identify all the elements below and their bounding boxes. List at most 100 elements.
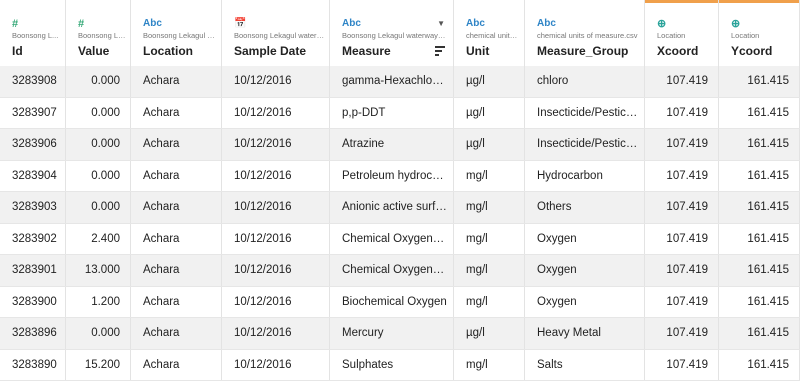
table-row[interactable]: 328390113.000Achara10/12/2016Chemical Ox… [0, 255, 800, 287]
cell-unit[interactable]: mg/l [454, 224, 525, 255]
cell-ycoord[interactable]: 161.415 [719, 255, 800, 286]
sort-icon[interactable] [435, 46, 445, 55]
cell-sample-date[interactable]: 10/12/2016 [222, 287, 330, 318]
cell-measure-group[interactable]: Salts [525, 350, 645, 381]
column-header-value[interactable]: #Boonsong Le...Value [66, 0, 131, 66]
cell-sample-date[interactable]: 10/12/2016 [222, 224, 330, 255]
cell-value[interactable]: 0.000 [66, 98, 131, 129]
column-header-sample-date[interactable]: 📅Boonsong Lekagul waterw...Sample Date [222, 0, 330, 66]
cell-unit[interactable]: mg/l [454, 255, 525, 286]
cell-id[interactable]: 3283900 [0, 287, 66, 318]
cell-location[interactable]: Achara [131, 255, 222, 286]
table-row[interactable]: 328389015.200Achara10/12/2016Sulphatesmg… [0, 350, 800, 381]
cell-location[interactable]: Achara [131, 129, 222, 160]
cell-xcoord[interactable]: 107.419 [645, 318, 719, 349]
cell-measure[interactable]: Biochemical Oxygen [330, 287, 454, 318]
cell-unit[interactable]: µg/l [454, 66, 525, 97]
cell-unit[interactable]: mg/l [454, 161, 525, 192]
cell-id[interactable]: 3283904 [0, 161, 66, 192]
cell-xcoord[interactable]: 107.419 [645, 66, 719, 97]
cell-value[interactable]: 0.000 [66, 66, 131, 97]
cell-id[interactable]: 3283890 [0, 350, 66, 381]
table-row[interactable]: 32839060.000Achara10/12/2016Atrazineµg/l… [0, 129, 800, 161]
cell-location[interactable]: Achara [131, 98, 222, 129]
chevron-down-icon[interactable]: ▼ [437, 19, 445, 28]
cell-unit[interactable]: mg/l [454, 287, 525, 318]
cell-sample-date[interactable]: 10/12/2016 [222, 161, 330, 192]
cell-id[interactable]: 3283902 [0, 224, 66, 255]
cell-measure[interactable]: Sulphates [330, 350, 454, 381]
column-header-id[interactable]: #Boonsong L...Id [0, 0, 66, 66]
cell-id[interactable]: 3283903 [0, 192, 66, 223]
cell-location[interactable]: Achara [131, 66, 222, 97]
cell-measure[interactable]: Anionic active surfactants [330, 192, 454, 223]
cell-value[interactable]: 0.000 [66, 318, 131, 349]
cell-measure-group[interactable]: Others [525, 192, 645, 223]
column-header-ycoord[interactable]: ⊕LocationYcoord [719, 0, 800, 66]
cell-measure[interactable]: Mercury [330, 318, 454, 349]
cell-sample-date[interactable]: 10/12/2016 [222, 318, 330, 349]
cell-xcoord[interactable]: 107.419 [645, 255, 719, 286]
cell-xcoord[interactable]: 107.419 [645, 129, 719, 160]
cell-sample-date[interactable]: 10/12/2016 [222, 66, 330, 97]
cell-unit[interactable]: µg/l [454, 129, 525, 160]
cell-value[interactable]: 0.000 [66, 192, 131, 223]
cell-xcoord[interactable]: 107.419 [645, 98, 719, 129]
cell-ycoord[interactable]: 161.415 [719, 66, 800, 97]
cell-ycoord[interactable]: 161.415 [719, 98, 800, 129]
cell-location[interactable]: Achara [131, 224, 222, 255]
cell-xcoord[interactable]: 107.419 [645, 287, 719, 318]
cell-id[interactable]: 3283908 [0, 66, 66, 97]
cell-measure-group[interactable]: Insecticide/Pesticides [525, 98, 645, 129]
cell-value[interactable]: 2.400 [66, 224, 131, 255]
cell-id[interactable]: 3283907 [0, 98, 66, 129]
cell-sample-date[interactable]: 10/12/2016 [222, 129, 330, 160]
cell-measure-group[interactable]: Insecticide/Pesticides [525, 129, 645, 160]
cell-measure[interactable]: Chemical Oxygen Demand [330, 255, 454, 286]
cell-ycoord[interactable]: 161.415 [719, 129, 800, 160]
column-header-unit[interactable]: Abcchemical units ...Unit [454, 0, 525, 66]
table-row[interactable]: 32839080.000Achara10/12/2016gamma-Hexach… [0, 66, 800, 98]
cell-location[interactable]: Achara [131, 161, 222, 192]
cell-sample-date[interactable]: 10/12/2016 [222, 98, 330, 129]
cell-measure-group[interactable]: Oxygen [525, 224, 645, 255]
column-header-xcoord[interactable]: ⊕LocationXcoord [645, 0, 719, 66]
cell-id[interactable]: 3283896 [0, 318, 66, 349]
table-row[interactable]: 32839022.400Achara10/12/2016Chemical Oxy… [0, 224, 800, 256]
cell-location[interactable]: Achara [131, 318, 222, 349]
cell-unit[interactable]: mg/l [454, 350, 525, 381]
cell-unit[interactable]: mg/l [454, 192, 525, 223]
cell-measure[interactable]: gamma-Hexachlorocyclohexane [330, 66, 454, 97]
cell-location[interactable]: Achara [131, 350, 222, 381]
cell-measure[interactable]: Chemical Oxygen Demand [330, 224, 454, 255]
cell-location[interactable]: Achara [131, 192, 222, 223]
cell-ycoord[interactable]: 161.415 [719, 224, 800, 255]
cell-unit[interactable]: µg/l [454, 98, 525, 129]
cell-measure-group[interactable]: Hydrocarbon [525, 161, 645, 192]
cell-ycoord[interactable]: 161.415 [719, 161, 800, 192]
cell-measure-group[interactable]: Heavy Metal [525, 318, 645, 349]
table-row[interactable]: 32838960.000Achara10/12/2016Mercuryµg/lH… [0, 318, 800, 350]
cell-measure-group[interactable]: Oxygen [525, 255, 645, 286]
cell-value[interactable]: 15.200 [66, 350, 131, 381]
cell-value[interactable]: 0.000 [66, 129, 131, 160]
cell-sample-date[interactable]: 10/12/2016 [222, 255, 330, 286]
cell-xcoord[interactable]: 107.419 [645, 224, 719, 255]
cell-id[interactable]: 3283901 [0, 255, 66, 286]
cell-sample-date[interactable]: 10/12/2016 [222, 350, 330, 381]
column-header-measure-group[interactable]: Abcchemical units of measure.csvMeasure_… [525, 0, 645, 66]
cell-measure-group[interactable]: Oxygen [525, 287, 645, 318]
cell-unit[interactable]: µg/l [454, 318, 525, 349]
cell-value[interactable]: 0.000 [66, 161, 131, 192]
cell-xcoord[interactable]: 107.419 [645, 350, 719, 381]
cell-measure[interactable]: Atrazine [330, 129, 454, 160]
table-row[interactable]: 32839070.000Achara10/12/2016p,p-DDTµg/lI… [0, 98, 800, 130]
cell-ycoord[interactable]: 161.415 [719, 192, 800, 223]
column-header-measure[interactable]: AbcBoonsong Lekagul waterways r...Measur… [330, 0, 454, 66]
column-header-location[interactable]: AbcBoonsong Lekagul w...Location [131, 0, 222, 66]
cell-value[interactable]: 1.200 [66, 287, 131, 318]
table-row[interactable]: 32839030.000Achara10/12/2016Anionic acti… [0, 192, 800, 224]
cell-measure[interactable]: p,p-DDT [330, 98, 454, 129]
cell-ycoord[interactable]: 161.415 [719, 287, 800, 318]
table-row[interactable]: 32839001.200Achara10/12/2016Biochemical … [0, 287, 800, 319]
